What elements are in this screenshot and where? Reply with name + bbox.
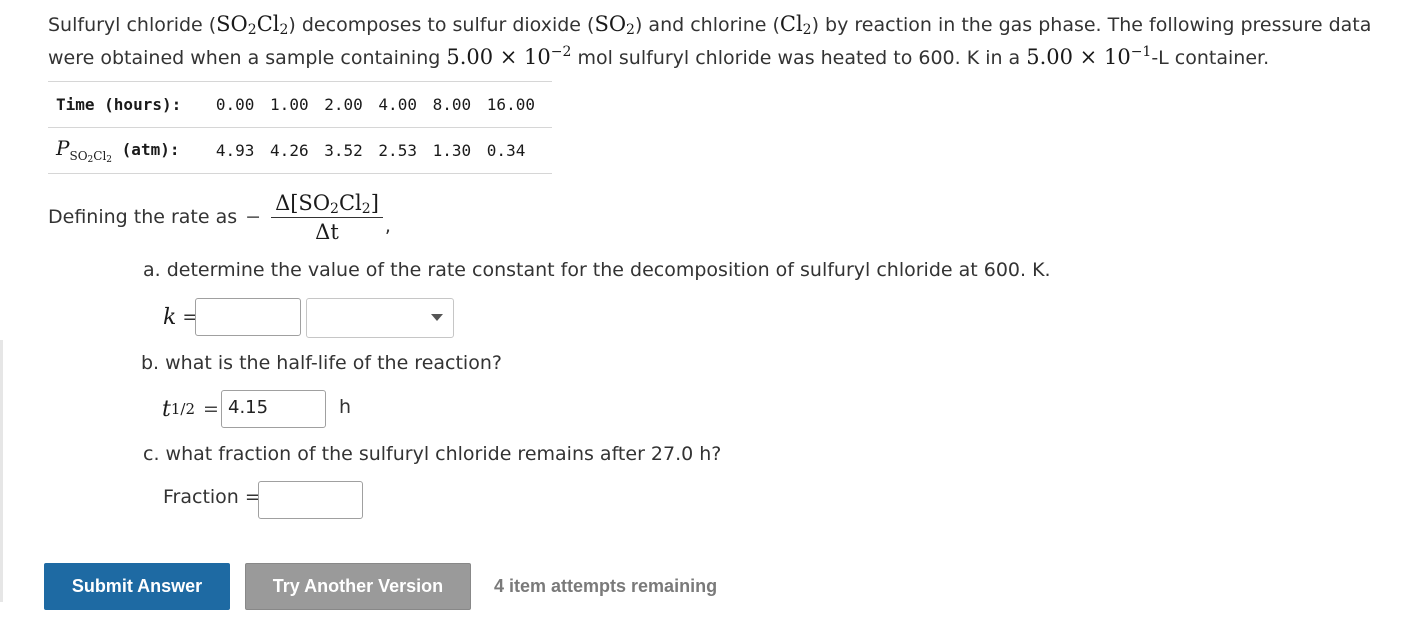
half-life-label: t 1/2 = [162, 396, 219, 422]
pressure-header: PSO2Cl2 (atm): [56, 136, 180, 165]
rate-constant-unit-select[interactable] [306, 298, 454, 338]
question-b: b. what is the half-life of the reaction… [141, 352, 502, 374]
time-cell: 16.00 [486, 95, 535, 114]
try-another-version-button[interactable]: Try Another Version [245, 563, 471, 610]
volume-value: 5.00 × 10−1 [1026, 44, 1152, 69]
problem-statement: Sulfuryl chloride (SO2Cl2) decomposes to… [48, 12, 1372, 69]
half-life-unit: h [339, 396, 352, 418]
k-label: k = [163, 304, 199, 330]
formula-so2cl2: SO2Cl2 [216, 12, 289, 38]
attempts-remaining: 4 item attempts remaining [494, 576, 718, 596]
fraction-label: Fraction = [163, 486, 261, 508]
formula-so2: SO2 [594, 12, 635, 38]
pressure-cell: 1.30 [432, 141, 472, 160]
pressure-cell: 2.53 [378, 141, 417, 160]
moles-value: 5.00 × 10−2 [446, 44, 572, 69]
rate-definition: Defining the rate as − Δ[SO2Cl2] Δt , [48, 190, 391, 244]
pressure-data-table: Time (hours): 0.00 1.00 2.00 4.00 8.00 1… [48, 81, 552, 174]
question-c: c. what fraction of the sulfuryl chlorid… [143, 443, 722, 465]
pressure-cell: 4.93 [215, 141, 255, 160]
time-cell: 8.00 [432, 95, 472, 114]
half-life-input[interactable]: 4.15 [221, 390, 326, 428]
left-panel-edge [0, 340, 3, 602]
pressure-cell: 3.52 [324, 141, 363, 160]
time-header: Time (hours): [56, 95, 182, 114]
time-cell: 4.00 [378, 95, 417, 114]
pressure-cell: 4.26 [270, 141, 309, 160]
time-row: Time (hours): 0.00 1.00 2.00 4.00 8.00 1… [48, 81, 552, 128]
submit-answer-button[interactable]: Submit Answer [44, 563, 230, 610]
time-cell: 1.00 [270, 95, 309, 114]
pressure-cell: 0.34 [486, 141, 526, 160]
pressure-row: PSO2Cl2 (atm): 4.93 4.26 3.52 2.53 1.30 … [48, 127, 552, 174]
rate-fraction: Δ[SO2Cl2] Δt [271, 191, 383, 244]
fraction-input[interactable] [258, 481, 363, 519]
question-a: a. determine the value of the rate const… [143, 259, 1051, 281]
formula-cl2: Cl2 [779, 12, 812, 38]
chevron-down-icon [431, 314, 443, 321]
time-cell: 0.00 [215, 95, 255, 114]
time-cell: 2.00 [324, 95, 363, 114]
rate-constant-input[interactable] [195, 298, 301, 336]
